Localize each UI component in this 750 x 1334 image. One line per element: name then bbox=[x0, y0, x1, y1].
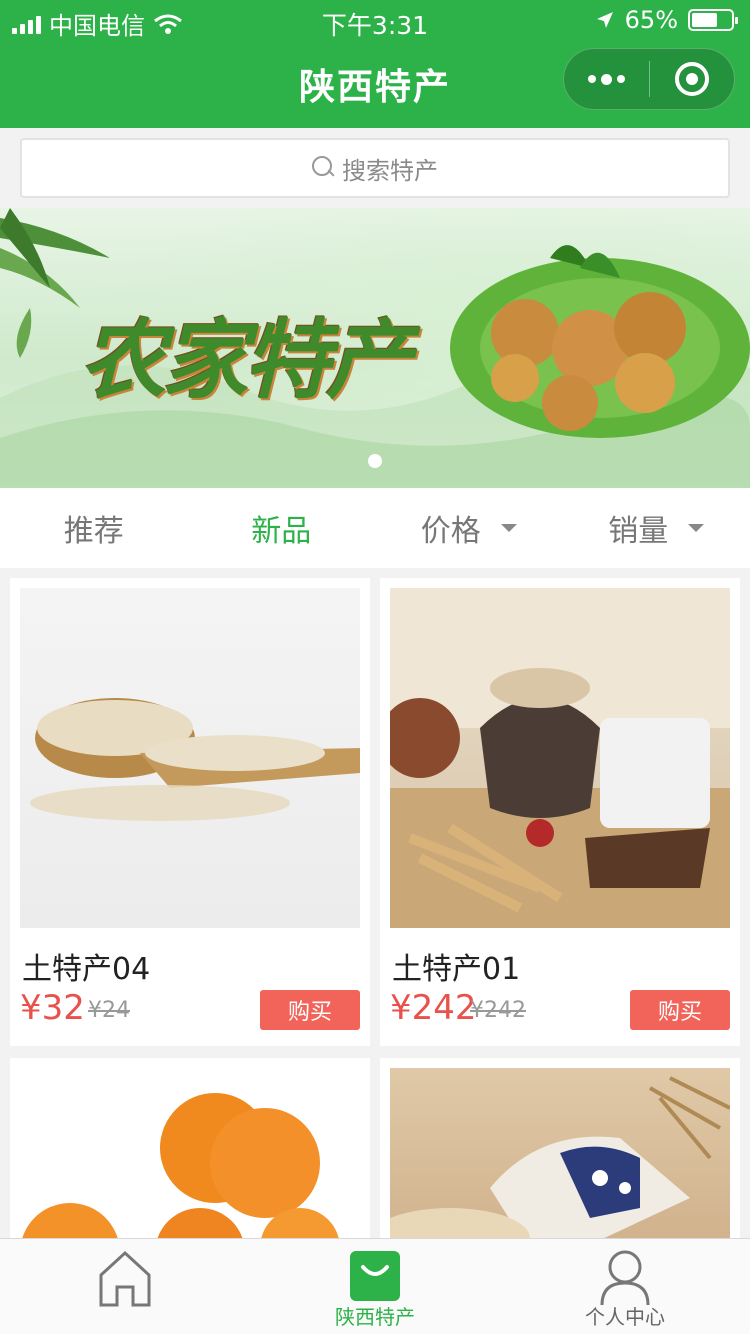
search-icon bbox=[312, 156, 336, 180]
filter-label: 推荐 bbox=[63, 514, 124, 549]
close-button[interactable] bbox=[650, 49, 734, 109]
tab-shaanxi-specialties[interactable]: 陕西特产 bbox=[250, 1239, 500, 1334]
search-placeholder: 搜索特产 bbox=[342, 156, 438, 185]
filter-label: 价格 bbox=[420, 514, 481, 549]
filter-label: 新品 bbox=[251, 514, 312, 549]
status-bar: 中国电信 下午3:31 65% bbox=[0, 0, 750, 42]
carousel-indicator bbox=[0, 454, 750, 468]
caret-down-icon bbox=[688, 524, 705, 532]
mini-program-capsule bbox=[563, 48, 735, 110]
banner-carousel[interactable]: 农家特产 bbox=[0, 208, 750, 488]
location-arrow-icon bbox=[596, 12, 613, 28]
home-icon bbox=[99, 1250, 151, 1307]
more-dots-icon bbox=[588, 75, 596, 83]
filter-price[interactable]: 价格 bbox=[375, 488, 563, 568]
caret-down-icon bbox=[500, 524, 517, 532]
buy-button[interactable]: 购买 bbox=[630, 990, 730, 1030]
product-card[interactable] bbox=[10, 1058, 370, 1258]
product-price: ¥242 bbox=[390, 988, 477, 1028]
product-name: 土特产04 bbox=[22, 952, 151, 987]
filter-new[interactable]: 新品 bbox=[188, 488, 376, 568]
filter-label: 销量 bbox=[608, 514, 669, 549]
product-image-barley[interactable] bbox=[20, 588, 360, 928]
battery-level bbox=[692, 13, 717, 27]
walnut-illustration bbox=[450, 245, 750, 438]
buy-button[interactable]: 购买 bbox=[260, 990, 360, 1030]
filter-recommend[interactable]: 推荐 bbox=[0, 488, 188, 568]
product-card[interactable] bbox=[380, 1058, 740, 1258]
product-card[interactable]: 土特产01 ¥242 ¥242 购买 bbox=[380, 578, 740, 1046]
battery-percent: 65% bbox=[624, 6, 678, 34]
product-image-grain-sack[interactable] bbox=[390, 1068, 730, 1258]
user-icon bbox=[600, 1250, 650, 1306]
product-card[interactable]: 土特产04 ¥32 ¥24 购买 bbox=[10, 578, 370, 1046]
shopping-bag-icon bbox=[350, 1251, 400, 1301]
search-input[interactable]: 搜索特产 bbox=[20, 138, 730, 198]
filter-sales[interactable]: 销量 bbox=[563, 488, 750, 568]
search-area: 搜索特产 bbox=[0, 128, 750, 208]
status-right: 65% bbox=[595, 6, 738, 34]
product-original-price: ¥24 bbox=[88, 998, 130, 1023]
filter-bar: 推荐 新品 价格 销量 bbox=[0, 488, 750, 568]
more-button[interactable] bbox=[564, 49, 649, 109]
product-price: ¥32 bbox=[20, 988, 85, 1028]
tab-label: 个人中心 bbox=[585, 1305, 665, 1329]
battery-icon bbox=[688, 9, 738, 31]
tab-profile[interactable]: 个人中心 bbox=[500, 1239, 750, 1334]
banner-headline: 农家特产 bbox=[80, 310, 412, 411]
bottom-tab-bar: 陕西特产 个人中心 bbox=[0, 1238, 750, 1334]
tab-home[interactable] bbox=[0, 1239, 250, 1334]
product-image-herbal-tea[interactable] bbox=[390, 588, 730, 928]
target-icon bbox=[674, 62, 709, 96]
carousel-dot-active[interactable] bbox=[368, 454, 382, 468]
product-name: 土特产01 bbox=[392, 952, 521, 987]
tab-label: 陕西特产 bbox=[335, 1305, 415, 1329]
product-original-price: ¥242 bbox=[470, 998, 526, 1023]
top-bar: 中国电信 下午3:31 65% 陕西特产 bbox=[0, 0, 750, 128]
product-image-oranges[interactable] bbox=[20, 1068, 360, 1258]
